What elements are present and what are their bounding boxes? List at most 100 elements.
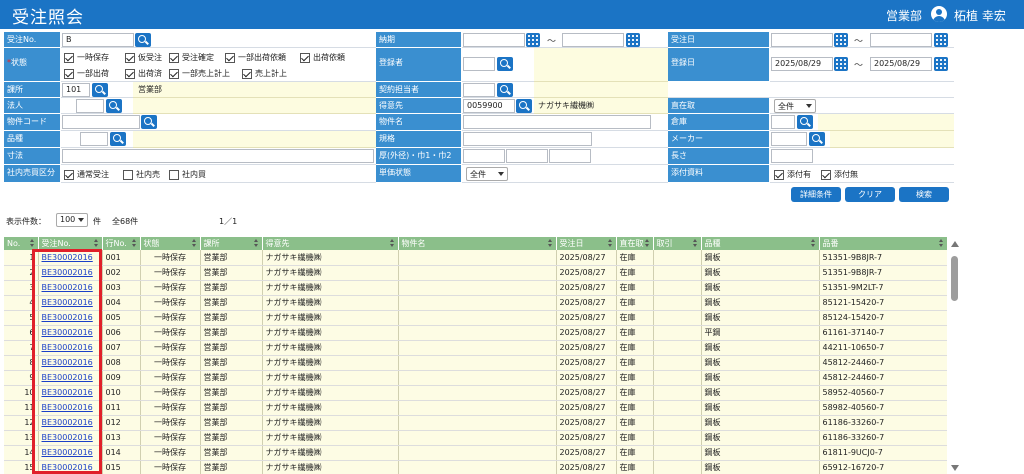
col-order-no-cell[interactable]: BE30002016 (38, 385, 103, 401)
status-checkbox-0[interactable]: 一時保存 (64, 52, 109, 63)
table-row[interactable]: 4 BE30002016 004 一時保存 営業部 ナガサキ繊機㈱ 2025/08/27 在庫… (4, 295, 947, 311)
status-checkbox-2[interactable]: 受注確定 (169, 52, 214, 63)
contract-staff-search-icon[interactable] (497, 83, 513, 97)
internal-checkbox-sell[interactable]: 社内売 (123, 169, 160, 180)
detail-conditions-button[interactable]: 詳細条件 (791, 187, 841, 202)
col-order-no-cell[interactable]: BE30002016 (38, 355, 103, 371)
col-line-no-header[interactable]: 行No. (102, 237, 141, 250)
unit-price-select[interactable]: 全件 (466, 167, 508, 181)
contract-staff-input[interactable] (463, 83, 495, 97)
col-section-header[interactable]: 課所 (200, 237, 263, 250)
order-no-search-icon[interactable] (135, 33, 151, 47)
table-row[interactable]: 11 BE30002016 011 一時保存 営業部 ナガサキ繊機㈱ 2025/08/27 在… (4, 400, 947, 416)
order-no-link[interactable]: BE30002016 (42, 328, 93, 337)
col-product-header[interactable]: 品種 (701, 237, 820, 250)
col-order-no-cell[interactable]: BE30002016 (38, 400, 103, 416)
search-button[interactable]: 検索 (899, 187, 949, 202)
scroll-up-icon[interactable] (951, 241, 959, 247)
scroll-down-icon[interactable] (951, 465, 959, 471)
col-order-no-cell[interactable]: BE30002016 (38, 370, 103, 386)
direct-select[interactable]: 全件 (774, 99, 816, 113)
registrant-input[interactable] (463, 57, 495, 71)
order-no-link[interactable]: BE30002016 (42, 433, 93, 442)
table-row[interactable]: 15 BE30002016 015 一時保存 営業部 ナガサキ繊機㈱ 2025/08/27 在… (4, 460, 947, 474)
sort-icon[interactable] (644, 239, 650, 248)
order-no-link[interactable]: BE30002016 (42, 418, 93, 427)
thickness-input[interactable] (463, 149, 505, 163)
order-no-link[interactable]: BE30002016 (42, 313, 93, 322)
scroll-thumb[interactable] (951, 256, 958, 301)
order-no-link[interactable]: BE30002016 (42, 343, 93, 352)
order-no-link[interactable]: BE30002016 (42, 298, 93, 307)
col-order-no-cell[interactable]: BE30002016 (38, 325, 103, 341)
internal-checkbox-normal[interactable]: 通常受注 (64, 169, 109, 180)
sort-icon[interactable] (607, 239, 613, 248)
table-row[interactable]: 14 BE30002016 014 一時保存 営業部 ナガサキ繊機㈱ 2025/08/27 在… (4, 445, 947, 461)
customer-code-input[interactable]: 0059900 (463, 99, 515, 113)
col-order-no-cell[interactable]: BE30002016 (38, 430, 103, 446)
sort-icon[interactable] (938, 239, 944, 248)
internal-checkbox-buy[interactable]: 社内買 (169, 169, 206, 180)
user-name[interactable]: 柘植 幸宏 (954, 7, 1006, 24)
status-checkbox-4[interactable]: 出荷依頼 (300, 52, 345, 63)
col-order-no-cell[interactable]: BE30002016 (38, 310, 103, 326)
table-row[interactable]: 9 BE30002016 009 一時保存 営業部 ナガサキ繊機㈱ 2025/08/27 在庫… (4, 370, 947, 386)
col-part-no-header[interactable]: 品番 (819, 237, 947, 250)
spec-input[interactable] (463, 132, 592, 146)
delivery-from-calendar-icon[interactable] (526, 33, 540, 47)
order-date-to-calendar-icon[interactable] (934, 33, 948, 47)
order-no-link[interactable]: BE30002016 (42, 373, 93, 382)
delivery-to-input[interactable] (562, 33, 624, 47)
status-checkbox-6[interactable]: 出荷済 (125, 68, 162, 79)
clear-button[interactable]: クリア (845, 187, 895, 202)
status-checkbox-7[interactable]: 一部売上計上 (169, 68, 230, 79)
sort-icon[interactable] (191, 239, 197, 248)
reg-date-from-input[interactable]: 2025/08/29 (771, 57, 833, 71)
corporation-input[interactable] (76, 99, 104, 113)
col-direct-header[interactable]: 直在取 (616, 237, 654, 250)
property-code-search-icon[interactable] (141, 115, 157, 129)
table-row[interactable]: 2 BE30002016 002 一時保存 営業部 ナガサキ繊機㈱ 2025/08/27 在庫… (4, 265, 947, 281)
section-search-icon[interactable] (92, 83, 108, 97)
status-checkbox-5[interactable]: 一部出荷 (64, 68, 109, 79)
attachment-checkbox-with[interactable]: 添付有 (774, 169, 811, 180)
product-input[interactable] (80, 132, 108, 146)
reg-date-to-input[interactable]: 2025/08/29 (870, 57, 932, 71)
length-input[interactable] (771, 149, 813, 163)
order-date-from-input[interactable] (771, 33, 833, 47)
user-avatar-icon[interactable] (931, 6, 947, 22)
table-row[interactable]: 13 BE30002016 013 一時保存 営業部 ナガサキ繊機㈱ 2025/08/27 在… (4, 430, 947, 446)
status-checkbox-3[interactable]: 一部出荷依頼 (225, 52, 286, 63)
attachment-checkbox-without[interactable]: 添付無 (821, 169, 858, 180)
order-no-link[interactable]: BE30002016 (42, 388, 93, 397)
col-order-no-cell[interactable]: BE30002016 (38, 265, 103, 281)
col-order-no-cell[interactable]: BE30002016 (38, 415, 103, 431)
vertical-scrollbar[interactable] (949, 239, 961, 474)
col-status-header[interactable]: 状態 (140, 237, 201, 250)
property-name-input[interactable] (463, 115, 651, 129)
col-customer-header[interactable]: 得意先 (262, 237, 399, 250)
warehouse-search-icon[interactable] (797, 115, 813, 129)
table-row[interactable]: 7 BE30002016 007 一時保存 営業部 ナガサキ繊機㈱ 2025/08/27 在庫… (4, 340, 947, 356)
sort-icon[interactable] (692, 239, 698, 248)
table-row[interactable]: 3 BE30002016 003 一時保存 営業部 ナガサキ繊機㈱ 2025/08/27 在庫… (4, 280, 947, 296)
sort-icon[interactable] (253, 239, 259, 248)
size-input[interactable] (62, 149, 374, 163)
table-row[interactable]: 12 BE30002016 012 一時保存 営業部 ナガサキ繊機㈱ 2025/08/27 在… (4, 415, 947, 431)
table-row[interactable]: 10 BE30002016 010 一時保存 営業部 ナガサキ繊機㈱ 2025/08/27 在… (4, 385, 947, 401)
customer-search-icon[interactable] (516, 99, 532, 113)
col-order-no-cell[interactable]: BE30002016 (38, 460, 103, 474)
maker-input[interactable] (771, 132, 807, 146)
order-no-input[interactable]: B (62, 33, 134, 47)
col-order-no-cell[interactable]: BE30002016 (38, 250, 103, 266)
table-row[interactable]: 8 BE30002016 008 一時保存 営業部 ナガサキ繊機㈱ 2025/08/27 在庫… (4, 355, 947, 371)
status-checkbox-8[interactable]: 売上計上 (242, 68, 287, 79)
width1-input[interactable] (506, 149, 548, 163)
col-property-header[interactable]: 物件名 (398, 237, 557, 250)
delivery-to-calendar-icon[interactable] (626, 33, 640, 47)
status-checkbox-1[interactable]: 仮受注 (125, 52, 162, 63)
table-row[interactable]: 1 BE30002016 001 一時保存 営業部 ナガサキ繊機㈱ 2025/08/27 在庫… (4, 250, 947, 266)
delivery-from-input[interactable] (463, 33, 525, 47)
table-row[interactable]: 6 BE30002016 006 一時保存 営業部 ナガサキ繊機㈱ 2025/08/27 在庫… (4, 325, 947, 341)
order-date-to-input[interactable] (870, 33, 932, 47)
